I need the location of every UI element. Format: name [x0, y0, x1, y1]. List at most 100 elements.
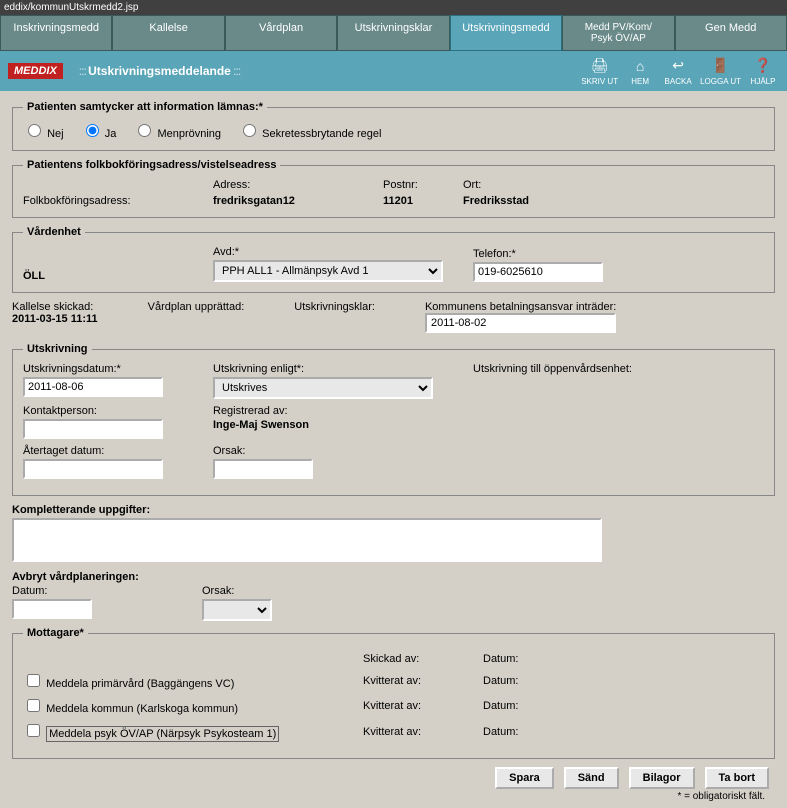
vardenhet-oll: ÖLL — [23, 270, 183, 282]
back-button[interactable]: ↩ BACKA — [662, 57, 694, 86]
avbryt-orsak-select[interactable] — [202, 599, 272, 621]
consent-ja-label: Ja — [105, 128, 117, 140]
utskr-datum-input[interactable] — [23, 377, 163, 397]
mottagare-psyk-checkbox[interactable] — [27, 724, 40, 737]
kallelse-skickad-label: Kallelse skickad: — [12, 301, 98, 313]
consent-ja-radio[interactable] — [86, 124, 99, 137]
orsak-input[interactable] — [213, 459, 313, 479]
mottagare-psyk-label: Meddela psyk ÖV/AP (Närpsyk Psykosteam 1… — [46, 726, 279, 742]
tel-input[interactable] — [473, 262, 603, 282]
window-title: eddix/kommunUtskrmedd2.jsp — [0, 0, 787, 15]
tab-gen-medd[interactable]: Gen Medd — [675, 15, 787, 51]
reg-label: Registrerad av: — [213, 405, 309, 417]
avbryt-datum-input[interactable] — [12, 599, 92, 619]
tab-bar: Inskrivningsmedd Kallelse Vårdplan Utskr… — [0, 15, 787, 51]
skickad-av-header: Skickad av: — [363, 653, 483, 665]
print-button[interactable]: 🖨 SKRIV UT — [581, 57, 618, 86]
kompletterande-label: Kompletterande uppgifter: — [12, 504, 775, 516]
tel-label: Telefon:* — [473, 248, 603, 260]
mottagare-primar-checkbox[interactable] — [27, 674, 40, 687]
tab-line1: Medd PV/Kom/ — [585, 22, 652, 33]
consent-nej[interactable]: Nej — [23, 128, 64, 140]
brand-logo: MEDDIX — [8, 63, 63, 79]
back-icon: ↩ — [668, 57, 688, 75]
spara-button[interactable]: Spara — [495, 767, 554, 789]
reg-value: Inge-Maj Swenson — [213, 419, 309, 431]
datum-label-1: Datum: — [483, 675, 518, 687]
consent-sek-label: Sekretessbrytande regel — [262, 128, 381, 140]
kontakt-input[interactable] — [23, 419, 163, 439]
mottagare-fieldset: Mottagare* Skickad av: Datum: Meddela pr… — [12, 627, 775, 759]
back-label: BACKA — [665, 77, 692, 86]
tabort-button[interactable]: Ta bort — [705, 767, 769, 789]
printer-icon: 🖨 — [590, 57, 610, 75]
mottagare-kommun-checkbox[interactable] — [27, 699, 40, 712]
tab-kallelse[interactable]: Kallelse — [112, 15, 224, 51]
page-title: Utskrivningsmeddelande — [79, 64, 240, 78]
consent-sek-radio[interactable] — [243, 124, 256, 137]
ort-label: Ort: — [463, 179, 481, 191]
address-legend: Patientens folkbokföringsadress/vistelse… — [23, 159, 280, 171]
help-label: HJÄLP — [751, 77, 776, 86]
mandatory-note: * = obligatoriskt fält. — [12, 791, 775, 802]
help-button[interactable]: ❓ HJÄLP — [747, 57, 779, 86]
consent-sek[interactable]: Sekretessbrytande regel — [238, 128, 381, 140]
tab-vardplan[interactable]: Vårdplan — [225, 15, 337, 51]
kvitterat-label-2: Kvitterat av: — [363, 700, 483, 712]
vardenhet-fieldset: Vårdenhet ÖLL Avd:* PPH ALL1 - Allmänpsy… — [12, 226, 775, 293]
home-label: HEM — [631, 77, 649, 86]
tab-inskrivningsmedd[interactable]: Inskrivningsmedd — [0, 15, 112, 51]
utskr-oppen-label: Utskrivning till öppenvårdsenhet: — [473, 363, 632, 375]
kompletterande-textarea[interactable] — [12, 518, 602, 562]
kommun-ansvar-label: Kommunens betalningsansvar inträder: — [425, 301, 616, 313]
datum-header: Datum: — [483, 653, 518, 665]
utskr-enligt-label: Utskrivning enligt*: — [213, 363, 443, 375]
avbryt-heading: Avbryt vårdplaneringen: — [12, 571, 775, 583]
utskrivningsklar-label: Utskrivningsklar: — [294, 301, 375, 313]
avd-label: Avd:* — [213, 246, 443, 258]
consent-men-radio[interactable] — [138, 124, 151, 137]
adr-value: fredriksgatan12 — [213, 195, 383, 207]
tab-utskrivningsklar[interactable]: Utskrivningsklar — [337, 15, 449, 51]
vardenhet-legend: Vårdenhet — [23, 226, 85, 238]
avd-select[interactable]: PPH ALL1 - Allmänpsyk Avd 1 — [213, 260, 443, 282]
utskr-enligt-select[interactable]: Utskrives — [213, 377, 433, 399]
consent-fieldset: Patienten samtycker att information lämn… — [12, 101, 775, 151]
consent-ja[interactable]: Ja — [81, 128, 117, 140]
tab-utskrivningsmedd[interactable]: Utskrivningsmedd — [450, 15, 562, 51]
folk-label: Folkbokföringsadress: — [23, 195, 213, 207]
kvitterat-label-1: Kvitterat av: — [363, 675, 483, 687]
home-button[interactable]: ⌂ HEM — [624, 57, 656, 86]
mottagare-kommun-label: Meddela kommun (Karlskoga kommun) — [46, 703, 238, 715]
datum-label-3: Datum: — [483, 726, 518, 738]
kommun-ansvar-value: 2011-08-02 — [425, 313, 616, 333]
kallelse-skickad-value: 2011-03-15 11:11 — [12, 313, 98, 325]
datum-label-2: Datum: — [483, 700, 518, 712]
address-fieldset: Patientens folkbokföringsadress/vistelse… — [12, 159, 775, 218]
avbryt-orsak-label: Orsak: — [202, 585, 272, 597]
utskr-datum-label: Utskrivningsdatum:* — [23, 363, 183, 375]
tab-medd-pvkom[interactable]: Medd PV/Kom/ Psyk ÖV/AP — [562, 15, 674, 51]
kvitterat-label-3: Kvitterat av: — [363, 726, 483, 738]
help-icon: ❓ — [753, 57, 773, 75]
consent-nej-label: Nej — [47, 128, 64, 140]
sand-button[interactable]: Sänd — [564, 767, 619, 789]
consent-men[interactable]: Menprövning — [133, 128, 221, 140]
header-bar: MEDDIX Utskrivningsmeddelande 🖨SKRIV UT … — [0, 51, 787, 91]
vardplan-upprattad-label: Vårdplan upprättad: — [148, 301, 245, 313]
atertaget-input[interactable] — [23, 459, 163, 479]
tab-line2: Psyk ÖV/AP — [591, 33, 646, 44]
avbryt-datum-label: Datum: — [12, 585, 172, 597]
mottagare-primar-label: Meddela primärvård (Baggängens VC) — [46, 678, 234, 690]
home-icon: ⌂ — [630, 57, 650, 75]
bilagor-button[interactable]: Bilagor — [629, 767, 695, 789]
door-icon: 🚪 — [711, 57, 731, 75]
postnr-value: 11201 — [383, 195, 463, 207]
print-label: SKRIV UT — [581, 77, 618, 86]
consent-men-label: Menprövning — [157, 128, 221, 140]
mottagare-legend: Mottagare* — [23, 627, 88, 639]
logout-button[interactable]: 🚪LOGGA UT — [700, 57, 741, 86]
ort-value: Fredriksstad — [463, 195, 529, 207]
consent-nej-radio[interactable] — [28, 124, 41, 137]
adr-label: Adress: — [213, 179, 383, 191]
